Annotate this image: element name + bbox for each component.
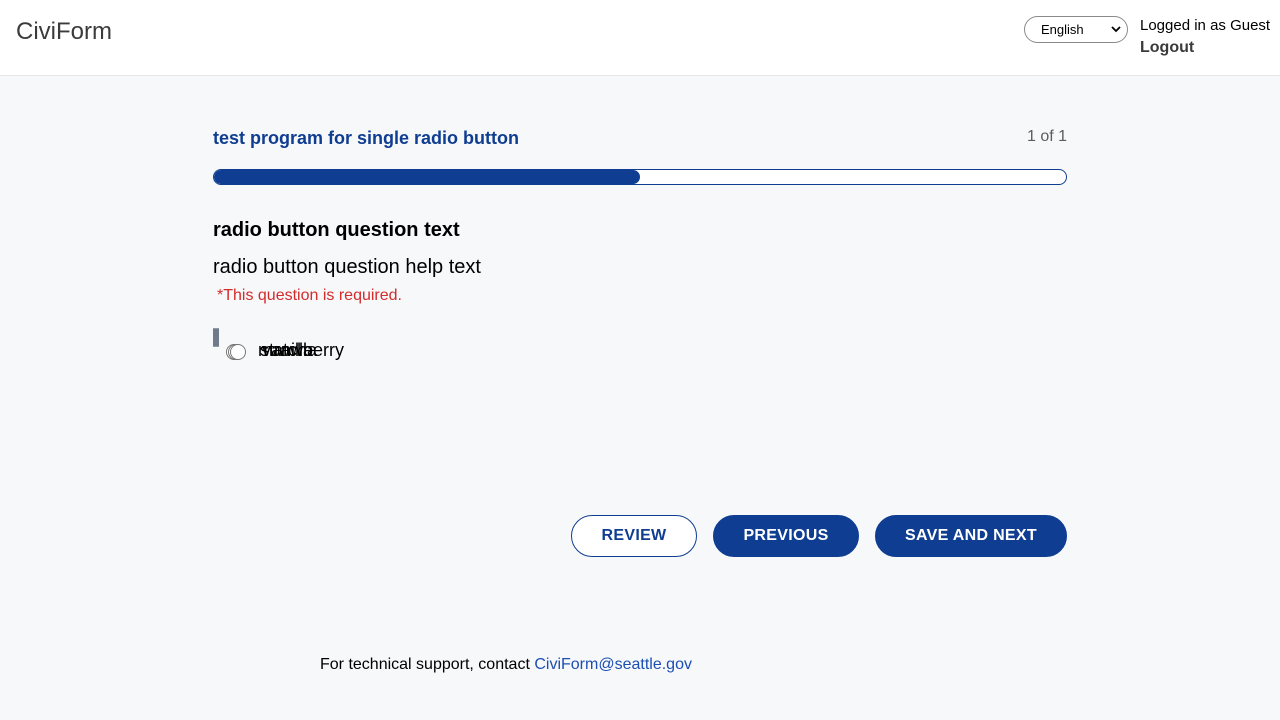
language-select[interactable]: English	[1024, 16, 1128, 43]
program-title: test program for single radio button	[213, 128, 520, 148]
radio-options-group: matcha strawberry vanilla	[213, 328, 1067, 360]
previous-button[interactable]: PREVIOUS	[713, 515, 859, 557]
support-email-link[interactable]: CiviForm@seattle.gov	[534, 656, 692, 673]
support-footer: For technical support, contact CiviForm@…	[320, 656, 692, 674]
question-help-text: radio button question help text	[213, 256, 481, 278]
question-text: radio button question text	[213, 219, 460, 241]
user-status-label: Logged in as Guest	[1140, 17, 1271, 34]
support-text: For technical support, contact	[320, 656, 530, 673]
progress-bar-fill	[214, 170, 640, 184]
review-button[interactable]: REVIEW	[571, 515, 697, 557]
block-counter: 1 of 1	[1026, 128, 1067, 145]
radio-button[interactable]	[230, 344, 246, 360]
logout-link[interactable]: Logout	[1140, 39, 1194, 57]
progress-bar	[213, 169, 1067, 185]
save-and-next-button[interactable]: SAVE AND NEXT	[875, 515, 1067, 557]
radio-option-label: vanilla	[262, 340, 314, 360]
language-select-value: English	[1041, 22, 1084, 37]
chevron-down-icon	[1111, 26, 1121, 33]
top-nav-bar: CiviForm English Logged in as Guest Logo…	[0, 0, 1280, 76]
radio-option-vanilla[interactable]: vanilla	[217, 328, 313, 360]
brand-logo-link[interactable]: CiviForm	[16, 18, 112, 46]
required-error-message: *This question is required.	[217, 287, 402, 304]
